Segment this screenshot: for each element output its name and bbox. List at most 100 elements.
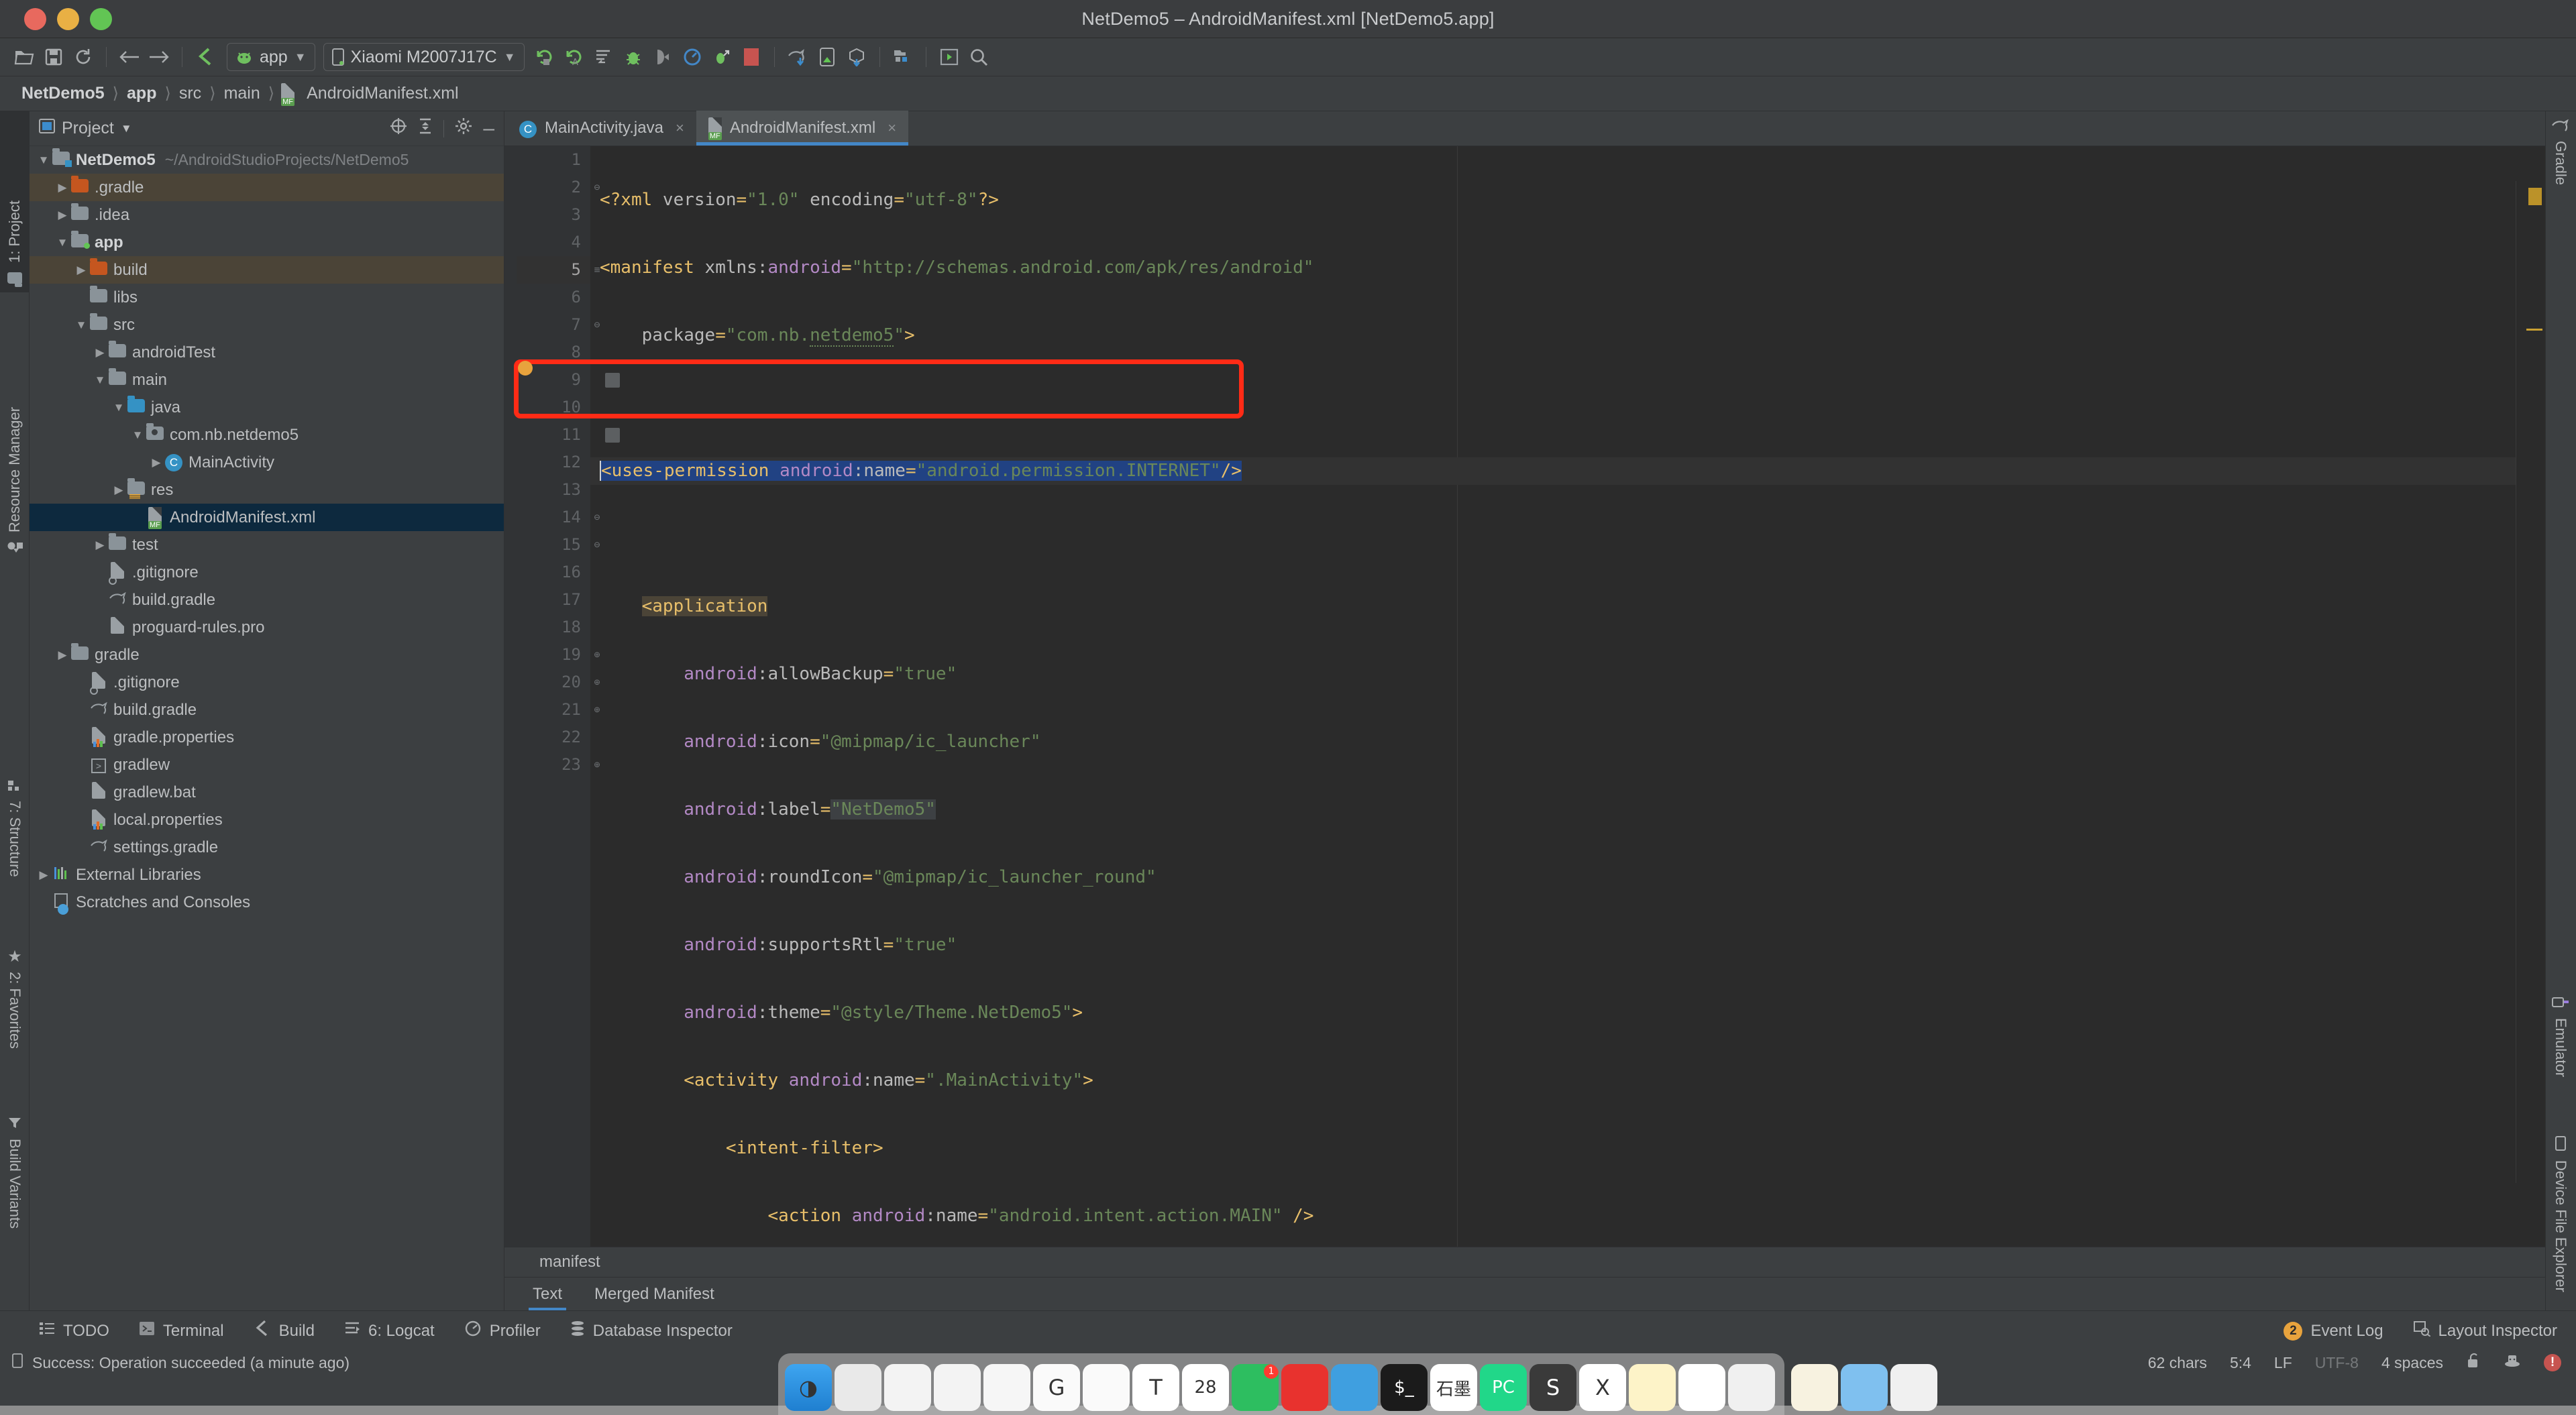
layout-editor-icon[interactable]: [934, 42, 964, 72]
select-opened-file-icon[interactable]: [390, 117, 407, 139]
chevron-down-icon-project[interactable]: ▼: [121, 122, 132, 135]
bottom-tool-todo[interactable]: TODO: [39, 1321, 109, 1341]
editor-tab-androidmanifest-xml[interactable]: MF AndroidManifest.xml ×: [696, 111, 909, 146]
tree-toggle-arrow[interactable]: ▶: [55, 181, 70, 194]
code-line-4[interactable]: [590, 390, 2545, 417]
tree-item-netdemo5[interactable]: ▼ NetDemo5 ~/AndroidStudioProjects/NetDemo…: [30, 146, 504, 174]
tree-toggle-arrow[interactable]: ▶: [149, 456, 164, 469]
status-caret-position[interactable]: 5:4: [2230, 1354, 2251, 1372]
line-number-gutter[interactable]: 1 2 ⊖ 3 4 5 ≡ 6 7 ⊖ 8 9 10 11 12 13 14 ⊖ 15 ⊖ 16 17 18 19 ⊕ 20 ⊕ 21…: [517, 146, 620, 1247]
code-line-11[interactable]: android:roundIcon="@mipmap/ic_launcher_r…: [590, 864, 2545, 891]
collapse-all-icon[interactable]: [418, 117, 433, 139]
breadcrumb-item-1[interactable]: app: [120, 84, 163, 103]
error-icon[interactable]: !: [2544, 1354, 2561, 1371]
tree-item-build[interactable]: ▶ build: [30, 256, 504, 284]
sidebar-item-project[interactable]: 1: Project: [0, 111, 30, 292]
tree-toggle-arrow[interactable]: ▶: [93, 346, 107, 359]
sidebar-item-gradle[interactable]: Gradle: [2545, 111, 2576, 245]
lock-open-icon[interactable]: [2466, 1353, 2481, 1373]
line-number-16[interactable]: 16: [517, 559, 590, 586]
save-all-icon[interactable]: [39, 42, 68, 72]
dock-item-wechat[interactable]: 1: [1232, 1364, 1279, 1411]
line-number-5[interactable]: 5 ≡: [517, 256, 600, 284]
tree-item-main[interactable]: ▼ main: [30, 366, 504, 394]
bottom-tool-profiler[interactable]: Profiler: [464, 1320, 541, 1341]
run-icon[interactable]: [530, 42, 559, 72]
code-line-7[interactable]: <application: [590, 593, 2545, 620]
sidebar-item-build-variants[interactable]: Build Variants: [0, 1109, 30, 1310]
dock-item-shimo[interactable]: 石墨: [1430, 1364, 1477, 1411]
dock-item-trash[interactable]: [1890, 1364, 1937, 1411]
code-line-3[interactable]: package="com.nb.netdemo5">: [590, 322, 2545, 349]
dock-item-downloads-folder[interactable]: [1841, 1364, 1888, 1411]
dock-item-chrome[interactable]: [1083, 1364, 1130, 1411]
line-number-13[interactable]: 13: [517, 476, 590, 504]
tree-toggle-arrow[interactable]: ▼: [55, 236, 70, 249]
code-line-2[interactable]: <manifest xmlns:android="http://schemas.…: [590, 254, 2545, 282]
tree-item-java[interactable]: ▼ java: [30, 394, 504, 421]
run-configuration-selector[interactable]: app ▼: [227, 43, 315, 71]
debug-attach-icon[interactable]: [707, 42, 737, 72]
tree-item-external-libraries[interactable]: ▶ External Libraries: [30, 861, 504, 889]
line-number-6[interactable]: 6: [517, 284, 590, 311]
tree-item-test[interactable]: ▶ test: [30, 531, 504, 559]
bottom-tool-database-inspector[interactable]: Database Inspector: [570, 1320, 733, 1341]
dock-item-pycharm[interactable]: PC: [1480, 1364, 1527, 1411]
forward-icon[interactable]: [144, 42, 174, 72]
dock-item-notes[interactable]: [1629, 1364, 1676, 1411]
code-line-12[interactable]: android:supportsRtl="true": [590, 931, 2545, 959]
tree-item-app[interactable]: ▼ app: [30, 229, 504, 256]
tree-toggle-arrow[interactable]: ▼: [74, 319, 89, 332]
dock-item-sublime[interactable]: S: [1529, 1364, 1576, 1411]
tree-item-local-properties[interactable]: local.properties: [30, 806, 504, 834]
line-number-10[interactable]: 10: [517, 394, 590, 421]
sync-gradle-icon[interactable]: [783, 42, 812, 72]
dock-item-certificate[interactable]: [1791, 1364, 1838, 1411]
tree-toggle-arrow[interactable]: ▼: [36, 154, 51, 167]
line-number-21[interactable]: 21 ⊕: [517, 696, 600, 724]
code-line-15[interactable]: <intent-filter>: [590, 1135, 2545, 1162]
tree-toggle-arrow[interactable]: ▼: [130, 429, 145, 442]
line-number-11[interactable]: 11: [517, 421, 620, 449]
line-number-2[interactable]: 2 ⊖: [517, 174, 600, 201]
dock-item-textedit[interactable]: T: [1132, 1364, 1179, 1411]
intention-bulb-icon[interactable]: [518, 361, 533, 376]
macos-dock[interactable]: ◑ G T 28 1 $_ 石墨 PC S X: [778, 1353, 1937, 1415]
hide-panel-icon[interactable]: –: [483, 118, 494, 138]
code-content[interactable]: <?xml version="1.0" encoding="utf-8"?> <…: [590, 146, 2545, 1415]
line-number-14[interactable]: 14 ⊖: [517, 504, 600, 531]
project-tree[interactable]: ▼ NetDemo5 ~/AndroidStudioProjects/NetDemo…: [30, 146, 504, 1310]
avd-manager-icon[interactable]: [812, 42, 842, 72]
sidebar-item-emulator[interactable]: Emulator: [2545, 988, 2576, 1123]
status-line-separator[interactable]: LF: [2274, 1354, 2292, 1372]
tree-item-androidtest[interactable]: ▶ androidTest: [30, 339, 504, 366]
open-project-icon[interactable]: [9, 42, 39, 72]
bottom-tool-6-logcat[interactable]: 6: Logcat: [344, 1321, 435, 1341]
attach-debugger-icon[interactable]: [648, 42, 678, 72]
line-number-20[interactable]: 20 ⊕: [517, 669, 600, 696]
project-structure-icon[interactable]: [888, 42, 918, 72]
dock-item-safari[interactable]: [934, 1364, 981, 1411]
tree-item--gradle[interactable]: ▶ .gradle: [30, 174, 504, 201]
view-tab-text[interactable]: Text: [529, 1278, 567, 1311]
profile-icon[interactable]: [678, 42, 707, 72]
code-area[interactable]: 1 2 ⊖ 3 4 5 ≡ 6 7 ⊖ 8 9 10 11 12 13 14 ⊖ 15 ⊖ 16 17 18 19 ⊕ 20 ⊕ 21…: [504, 146, 2545, 1415]
tree-toggle-arrow[interactable]: ▶: [74, 264, 89, 277]
scrollbar-line-marker[interactable]: [2526, 329, 2542, 331]
tree-item-settings-gradle[interactable]: settings.gradle: [30, 834, 504, 861]
inspector-hat-icon[interactable]: [2504, 1353, 2521, 1373]
line-number-15[interactable]: 15 ⊖: [517, 531, 600, 559]
sidebar-item-structure[interactable]: 7: Structure: [0, 771, 30, 939]
line-number-18[interactable]: 18: [517, 614, 590, 641]
tree-item--idea[interactable]: ▶ .idea: [30, 201, 504, 229]
dock-item-firefox[interactable]: [983, 1364, 1030, 1411]
apply-code-changes-icon[interactable]: [589, 42, 619, 72]
tree-item-proguard-rules-pro[interactable]: proguard-rules.pro: [30, 614, 504, 641]
line-number-19[interactable]: 19 ⊕: [517, 641, 600, 669]
tree-item-build-gradle[interactable]: build.gradle: [30, 696, 504, 724]
code-line-13[interactable]: android:theme="@style/Theme.NetDemo5">: [590, 999, 2545, 1027]
debug-icon[interactable]: [619, 42, 648, 72]
editor-view-tabs[interactable]: Text Merged Manifest: [504, 1277, 2545, 1311]
breadcrumb-item-3[interactable]: main: [217, 84, 267, 103]
tree-item-com-nb-netdemo5[interactable]: ▼ com.nb.netdemo5: [30, 421, 504, 449]
